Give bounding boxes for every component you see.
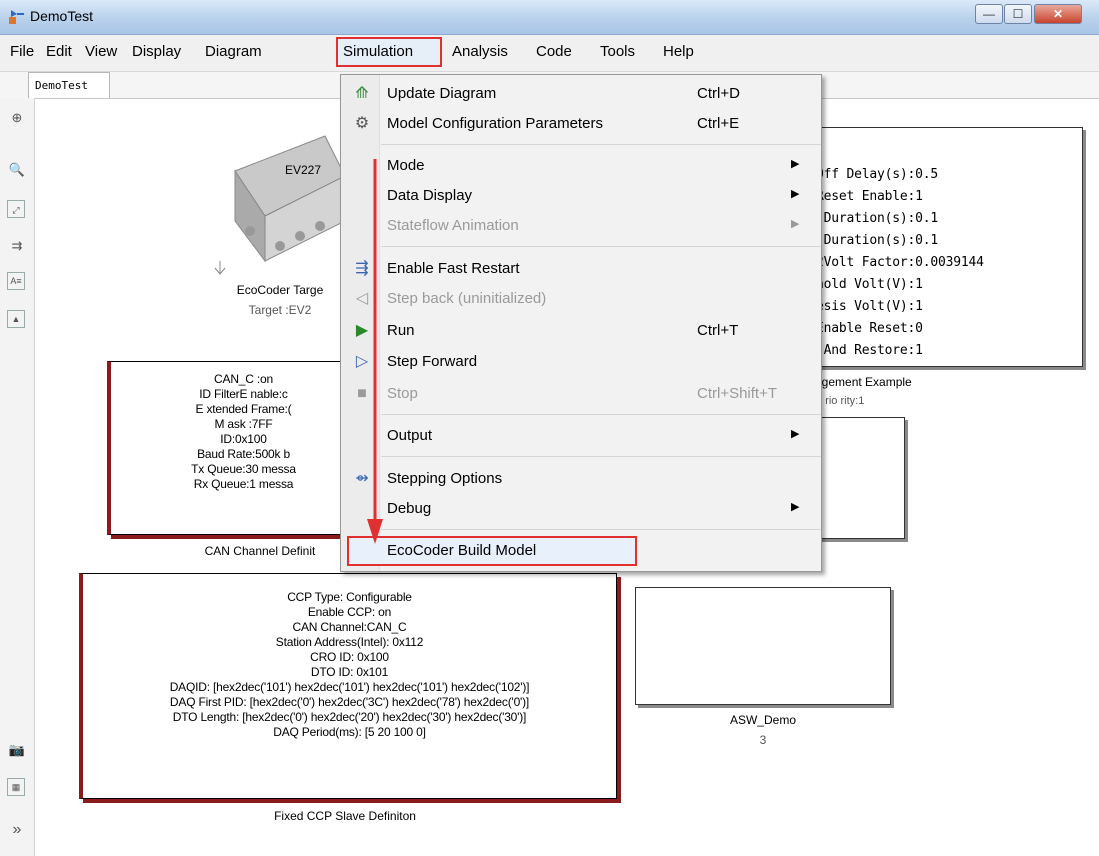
model-browser-icon[interactable]: ▦ (7, 778, 25, 796)
title-bar: DemoTest — ☐ ✕ (0, 0, 1099, 35)
menu-separator (381, 246, 821, 247)
menu-item-update-diagram[interactable]: ⟰ Update Diagram Ctrl+D (341, 80, 821, 108)
management-block-caption: agement Example (815, 375, 912, 389)
ccp-line: DTO ID: 0x101 (310, 665, 389, 679)
camera-icon[interactable]: 📷 (7, 740, 27, 760)
red-annotation-arrow (367, 159, 383, 544)
ccp-line: Enable CCP: on (307, 605, 392, 619)
image-icon[interactable]: ▲ (7, 310, 25, 328)
menu-tools[interactable]: Tools (600, 43, 635, 60)
update-diagram-icon: ⟰ (355, 85, 369, 102)
menu-separator (381, 144, 821, 145)
menu-code[interactable]: Code (536, 43, 572, 60)
menu-separator (381, 414, 821, 415)
submenu-arrow-icon: ▶ (791, 428, 800, 440)
menu-item-enable-fast-restart[interactable]: ⇶ Enable Fast Restart (341, 255, 821, 283)
asw-demo-subcaption: 3 (759, 733, 767, 747)
maximize-button[interactable]: ☐ (1004, 4, 1032, 24)
can-line: ID FilterE nable:c (199, 387, 288, 401)
menu-item-step-forward[interactable]: ▷ Step Forward (341, 348, 821, 376)
arrow-icon[interactable]: ⇉ (7, 236, 27, 256)
expand-icon[interactable]: » (7, 820, 27, 840)
ecu-device-label: EV227 (285, 163, 322, 177)
param-line: Duration(s):0.1 (816, 233, 939, 248)
param-line: esis Volt(V):1 (816, 299, 923, 314)
can-line: M ask :7FF (214, 417, 273, 431)
zoom-in-icon[interactable]: 🔍 (7, 160, 27, 180)
target-block-subcaption: Target :EV2 (248, 303, 312, 317)
can-line: E xtended Frame:( (195, 402, 292, 416)
param-line: 2Volt Factor:0.0039144 (816, 255, 984, 270)
menu-item-ecocoder-build-model[interactable]: EcoCoder Build Model (341, 537, 821, 565)
submenu-arrow-icon: ▶ (791, 218, 800, 230)
zoom-icon[interactable]: ⊕ (7, 108, 27, 128)
tab-demotest[interactable]: DemoTest (28, 72, 110, 98)
menu-view[interactable]: View (85, 43, 117, 60)
param-line: hold Volt(V):1 (816, 277, 923, 292)
menu-item-output[interactable]: Output ▶ (341, 422, 821, 450)
menu-bar: File Edit View Display Diagram Simulatio… (0, 35, 1099, 72)
param-line: Reset Enable:1 (816, 189, 923, 204)
menu-simulation[interactable]: Simulation (343, 43, 413, 60)
can-channel-block[interactable]: CAN_C :on ID FilterE nable:c E xtended F… (107, 361, 377, 535)
asw-demo-caption: ASW_Demo (729, 713, 797, 727)
can-line: ID:0x100 (220, 432, 267, 446)
close-button[interactable]: ✕ (1034, 4, 1082, 24)
menu-item-mode[interactable]: Mode ▶ (341, 152, 821, 180)
param-line: And Restore:1 (816, 343, 923, 358)
menu-diagram[interactable]: Diagram (205, 43, 262, 60)
ccp-line: Station Address(Intel): 0x112 (275, 635, 424, 649)
param-line: Enable Reset:0 (816, 321, 923, 336)
ccp-line: DTO Length: [hex2dec('0') hex2dec('20') … (172, 710, 527, 724)
menu-item-model-configuration[interactable]: ⚙ Model Configuration Parameters Ctrl+E (341, 110, 821, 138)
can-line: Tx Queue:30 messa (191, 462, 296, 476)
submenu-arrow-icon: ▶ (791, 501, 800, 513)
can-line: CAN_C :on (214, 372, 273, 386)
submenu-arrow-icon: ▶ (791, 188, 800, 200)
param-line: Duration(s):0.1 (816, 211, 939, 226)
target-block-caption: EcoCoder Targe (236, 283, 324, 297)
ccp-block-caption: Fixed CCP Slave Definiton (274, 809, 416, 823)
gear-icon: ⚙ (354, 115, 370, 132)
submenu-arrow-icon: ▶ (791, 158, 800, 170)
param-line: Off Delay(s):0.5 (816, 167, 939, 182)
menu-item-debug[interactable]: Debug ▶ (341, 495, 821, 523)
ccp-line: CAN Channel:CAN_C (292, 620, 407, 634)
menu-separator (381, 529, 821, 530)
palette-toolbar: ⊕ 🔍 ⤢ ⇉ A≡ ▲ 📷 ▦ » (0, 98, 35, 856)
ccp-slave-block[interactable]: CCP Type: Configurable Enable CCP: on CA… (79, 573, 617, 799)
simulink-app-icon (9, 10, 24, 24)
minimize-button[interactable]: — (975, 4, 1003, 24)
ecu-device-image[interactable] (205, 121, 345, 281)
fit-icon[interactable]: ⤢ (7, 200, 25, 218)
menu-analysis[interactable]: Analysis (452, 43, 508, 60)
menu-display[interactable]: Display (132, 43, 181, 60)
menu-help[interactable]: Help (663, 43, 694, 60)
menu-item-data-display[interactable]: Data Display ▶ (341, 182, 821, 210)
menu-item-stop: ■ Stop Ctrl+Shift+T (341, 380, 821, 408)
menu-item-run[interactable]: ▶ Run Ctrl+T (341, 317, 821, 345)
menu-item-stepping-options[interactable]: ⇴ Stepping Options (341, 465, 821, 493)
ccp-line: DAQID: [hex2dec('101') hex2dec('101') he… (169, 680, 530, 694)
window-title: DemoTest (30, 8, 94, 24)
simulation-dropdown-menu: ⟰ Update Diagram Ctrl+D ⚙ Model Configur… (340, 74, 822, 572)
text-box-icon[interactable]: A≡ (7, 272, 25, 290)
ccp-line: DAQ First PID: [hex2dec('0') hex2dec('3C… (169, 695, 530, 709)
menu-separator (381, 456, 821, 457)
management-block-priority: P rio rity:1 (815, 395, 865, 407)
can-line: Rx Queue:1 messa (193, 477, 294, 491)
menu-item-step-back: ◁ Step back (uninitialized) (341, 285, 821, 313)
can-line: Baud Rate:500k b (197, 447, 290, 461)
menu-item-stateflow-animation: Stateflow Animation ▶ (387, 217, 800, 234)
ccp-line: CCP Type: Configurable (287, 590, 412, 604)
menu-file[interactable]: File (10, 43, 34, 60)
menu-edit[interactable]: Edit (46, 43, 72, 60)
asw-demo-block[interactable] (635, 587, 891, 705)
ccp-line: DAQ Period(ms): [5 20 100 0] (273, 725, 426, 739)
ccp-line: CRO ID: 0x100 (310, 650, 389, 664)
